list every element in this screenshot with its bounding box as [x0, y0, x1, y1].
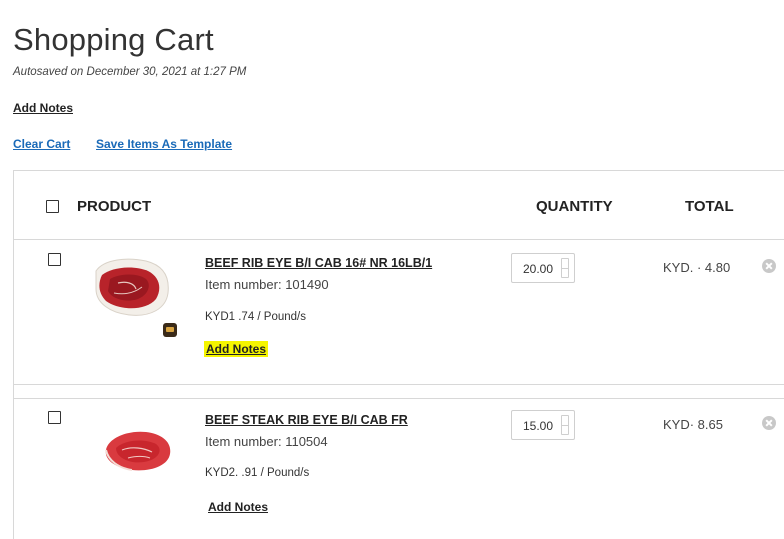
autosave-status: Autosaved on December 30, 2021 at 1:27 P… [13, 66, 247, 78]
header-product: PRODUCT [77, 198, 152, 215]
ribeye-steak-image[interactable] [98, 420, 178, 480]
add-notes-item-link[interactable]: Add Notes [204, 341, 268, 357]
unit-price: KYD1 .74 / Pound/s [205, 311, 307, 323]
item-checkbox[interactable] [48, 253, 61, 266]
cart-item-row: BEEF STEAK RIB EYE B/I CAB FR Item numbe… [14, 400, 784, 539]
item-checkbox[interactable] [48, 411, 61, 424]
quantity-value: 20.00 [523, 262, 554, 276]
item-number: Item number: 101490 [205, 277, 329, 292]
add-notes-cart-link[interactable]: Add Notes [13, 101, 73, 115]
line-total: KYD· 8.65 [663, 417, 723, 432]
add-notes-item-link[interactable]: Add Notes [206, 499, 270, 515]
page-title: Shopping Cart [13, 22, 214, 57]
row-divider [14, 385, 784, 399]
cart-item-row: BEEF RIB EYE B/I CAB 16# NR 16LB/1 Item … [14, 241, 784, 385]
cab-badge-icon [163, 323, 177, 337]
product-title-link[interactable]: BEEF STEAK RIB EYE B/I CAB FR [205, 413, 408, 427]
clear-cart-link[interactable]: Clear Cart [13, 137, 70, 151]
remove-item-icon[interactable] [762, 259, 776, 273]
select-all-checkbox[interactable] [46, 200, 59, 213]
cart-table: PRODUCT QUANTITY TOTAL BEEF RIB EYE B/I … [13, 170, 784, 539]
header-quantity: QUANTITY [536, 198, 613, 215]
remove-item-icon[interactable] [762, 416, 776, 430]
quantity-stepper[interactable] [561, 258, 569, 278]
quantity-value: 15.00 [523, 419, 554, 433]
product-title-link[interactable]: BEEF RIB EYE B/I CAB 16# NR 16LB/1 [205, 256, 432, 270]
header-total: TOTAL [685, 198, 734, 215]
cart-header-row: PRODUCT QUANTITY TOTAL [14, 171, 784, 240]
ribeye-roast-image[interactable] [90, 253, 176, 321]
item-number: Item number: 110504 [205, 434, 328, 449]
quantity-stepper[interactable] [561, 415, 569, 435]
unit-price: KYD2. .91 / Pound/s [205, 467, 310, 479]
line-total: KYD. · 4.80 [663, 260, 731, 275]
save-items-as-template-link[interactable]: Save Items As Template [96, 137, 232, 151]
quantity-input[interactable]: 15.00 [511, 410, 575, 440]
quantity-input[interactable]: 20.00 [511, 253, 575, 283]
